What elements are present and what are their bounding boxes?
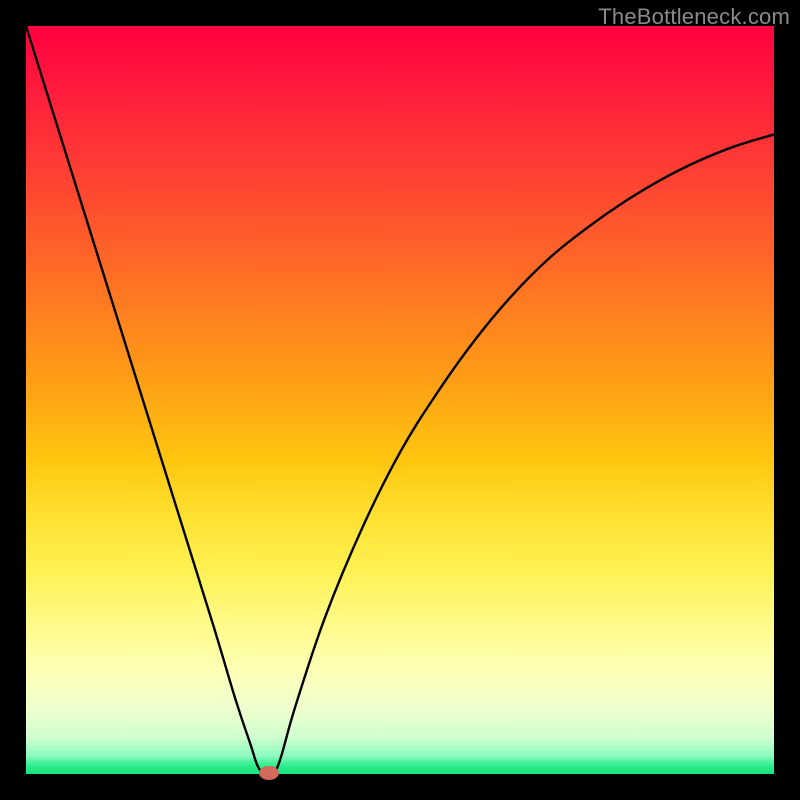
optimum-marker: [259, 766, 279, 780]
curve-svg: [26, 26, 774, 774]
bottleneck-curve: [26, 26, 774, 776]
chart-frame: TheBottleneck.com: [0, 0, 800, 800]
plot-area: [26, 26, 774, 774]
